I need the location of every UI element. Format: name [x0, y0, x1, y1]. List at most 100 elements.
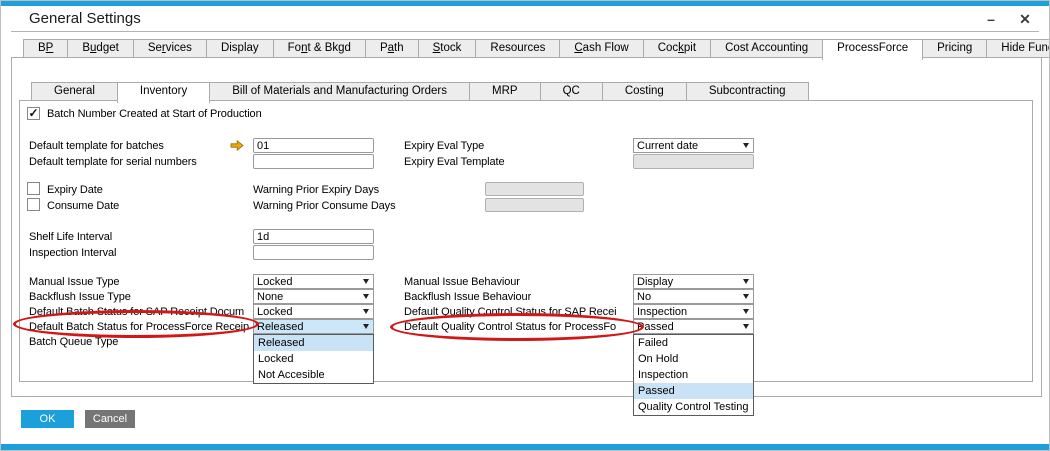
- close-button[interactable]: ✕: [1015, 9, 1035, 29]
- backflush-issue-behaviour-combo[interactable]: No: [633, 289, 754, 304]
- manual-issue-type-label: Manual Issue Type: [29, 276, 120, 288]
- tab-stock[interactable]: Stock: [417, 39, 477, 58]
- inner-tab-panel: [19, 100, 1033, 382]
- tab-services[interactable]: Services: [132, 39, 207, 58]
- batch-queue-type-label: Batch Queue Type: [29, 336, 119, 348]
- chevron-down-icon: [363, 279, 369, 284]
- tab-font-bkgd[interactable]: Font & Bkgd: [272, 39, 366, 58]
- expiry-date-checkbox[interactable]: [27, 182, 40, 195]
- tab-path[interactable]: Path: [364, 39, 419, 58]
- qc-status-dropdown-list: Failed On Hold Inspection Passed Quality Con…: [633, 334, 754, 416]
- default-template-batches-input[interactable]: [253, 138, 374, 153]
- tab-budget[interactable]: Budget: [67, 39, 134, 58]
- backflush-issue-type-label: Backflush Issue Type: [29, 291, 131, 303]
- backflush-issue-behaviour-label: Backflush Issue Behaviour: [404, 291, 532, 303]
- chevron-down-icon: [363, 324, 369, 329]
- expiry-date-label: Expiry Date: [47, 184, 103, 196]
- window-title: General Settings: [29, 10, 141, 27]
- chevron-down-icon: [363, 294, 369, 299]
- tab-mrp[interactable]: MRP: [469, 82, 541, 101]
- default-qc-status-processforce-label: Default Quality Control Status for Proce…: [404, 321, 617, 333]
- batch-status-option-released[interactable]: Released: [254, 335, 373, 351]
- default-batch-status-sap-value: Locked: [257, 305, 293, 318]
- default-batch-status-processforce-value: Released: [257, 320, 304, 333]
- backflush-issue-behaviour-value: No: [637, 290, 652, 303]
- batch-number-created-checkbox[interactable]: ✓: [27, 107, 40, 120]
- default-batch-status-sap-combo[interactable]: Locked: [253, 304, 374, 319]
- inner-tab-strip: General Inventory Bill of Materials and Ma…: [31, 82, 809, 103]
- tab-processforce[interactable]: ProcessForce: [822, 39, 924, 60]
- minimize-button[interactable]: –: [981, 9, 1001, 29]
- general-settings-window: General Settings – ✕ BP Budget Services Dis…: [0, 0, 1050, 451]
- warning-prior-consume-label: Warning Prior Consume Days: [253, 200, 396, 212]
- qc-status-option-on-hold[interactable]: On Hold: [634, 351, 753, 367]
- ok-button[interactable]: OK: [21, 410, 74, 428]
- cancel-button[interactable]: Cancel: [85, 410, 135, 428]
- tab-qc[interactable]: QC: [539, 82, 603, 101]
- default-batch-status-processforce-combo[interactable]: Released: [253, 319, 374, 334]
- default-template-batches-label: Default template for batches: [29, 140, 164, 152]
- default-qc-status-sap-value: Inspection: [637, 305, 688, 318]
- tab-subcontracting[interactable]: Subcontracting: [685, 82, 809, 101]
- chevron-down-icon: [743, 324, 749, 329]
- chevron-down-icon: [743, 309, 749, 314]
- default-qc-status-processforce-combo[interactable]: Passed: [633, 319, 754, 334]
- chevron-down-icon: [743, 143, 749, 148]
- tab-costing[interactable]: Costing: [601, 82, 687, 101]
- manual-issue-behaviour-value: Display: [637, 275, 674, 288]
- title-separator: [11, 31, 1039, 32]
- tab-bp[interactable]: BP: [23, 39, 69, 58]
- checkmark-icon: ✓: [28, 106, 39, 120]
- warning-prior-expiry-label: Warning Prior Expiry Days: [253, 184, 380, 196]
- default-qc-status-sap-label: Default Quality Control Status for SAP R…: [404, 306, 617, 318]
- default-template-serial-label: Default template for serial numbers: [29, 156, 197, 168]
- qc-status-option-passed[interactable]: Passed: [634, 383, 753, 399]
- chevron-down-icon: [743, 279, 749, 284]
- expiry-eval-type-label: Expiry Eval Type: [404, 140, 485, 152]
- backflush-issue-type-value: None: [257, 290, 284, 303]
- default-batch-status-sap-label: Default Batch Status for SAP Receipt Doc…: [29, 306, 245, 318]
- expiry-eval-template-input: [633, 154, 754, 169]
- link-arrow-icon[interactable]: [230, 140, 244, 151]
- tab-pricing[interactable]: Pricing: [922, 39, 988, 58]
- qc-status-option-quality-control-testing[interactable]: Quality Control Testing: [634, 399, 753, 415]
- expiry-eval-template-label: Expiry Eval Template: [404, 156, 505, 168]
- tab-hide-functions[interactable]: Hide Functions: [986, 39, 1049, 58]
- manual-issue-type-value: Locked: [257, 275, 293, 288]
- manual-issue-behaviour-label: Manual Issue Behaviour: [404, 276, 520, 288]
- tab-general[interactable]: General: [31, 82, 118, 101]
- default-batch-status-processforce-label: Default Batch Status for ProcessForce Re…: [29, 321, 249, 333]
- tab-resources[interactable]: Resources: [475, 39, 561, 58]
- shelf-life-interval-input[interactable]: [253, 229, 374, 244]
- manual-issue-behaviour-combo[interactable]: Display: [633, 274, 754, 289]
- batch-status-option-not-accesible[interactable]: Not Accesible: [254, 367, 373, 383]
- tab-cost-accounting[interactable]: Cost Accounting: [710, 39, 824, 58]
- backflush-issue-type-combo[interactable]: None: [253, 289, 374, 304]
- batch-status-option-locked[interactable]: Locked: [254, 351, 373, 367]
- inspection-interval-label: Inspection Interval: [29, 247, 117, 259]
- batch-status-dropdown-list: Released Locked Not Accesible: [253, 334, 374, 384]
- tab-inventory[interactable]: Inventory: [116, 82, 211, 103]
- default-qc-status-processforce-value: Passed: [637, 320, 674, 333]
- expiry-eval-type-combo[interactable]: Current date: [633, 138, 754, 153]
- tab-display[interactable]: Display: [205, 39, 274, 58]
- chevron-down-icon: [743, 294, 749, 299]
- tab-cockpit[interactable]: Cockpit: [642, 39, 712, 58]
- qc-status-option-failed[interactable]: Failed: [634, 335, 753, 351]
- shelf-life-interval-label: Shelf Life Interval: [29, 231, 113, 243]
- inspection-interval-input[interactable]: [253, 245, 374, 260]
- consume-date-checkbox[interactable]: [27, 198, 40, 211]
- bottom-accent-bar: [1, 444, 1049, 450]
- batch-number-created-label: Batch Number Created at Start of Product…: [47, 108, 262, 120]
- chevron-down-icon: [363, 309, 369, 314]
- default-qc-status-sap-combo[interactable]: Inspection: [633, 304, 754, 319]
- tab-bill-of-materials-and-manufacturing-orders[interactable]: Bill of Materials and Manufacturing Orde…: [209, 82, 470, 101]
- tab-cash-flow[interactable]: Cash Flow: [559, 39, 644, 58]
- warning-prior-consume-input: [485, 198, 584, 212]
- consume-date-label: Consume Date: [47, 200, 120, 212]
- manual-issue-type-combo[interactable]: Locked: [253, 274, 374, 289]
- default-template-serial-input[interactable]: [253, 154, 374, 169]
- qc-status-option-inspection[interactable]: Inspection: [634, 367, 753, 383]
- expiry-eval-type-value: Current date: [637, 139, 699, 152]
- top-accent-bar: [1, 1, 1049, 6]
